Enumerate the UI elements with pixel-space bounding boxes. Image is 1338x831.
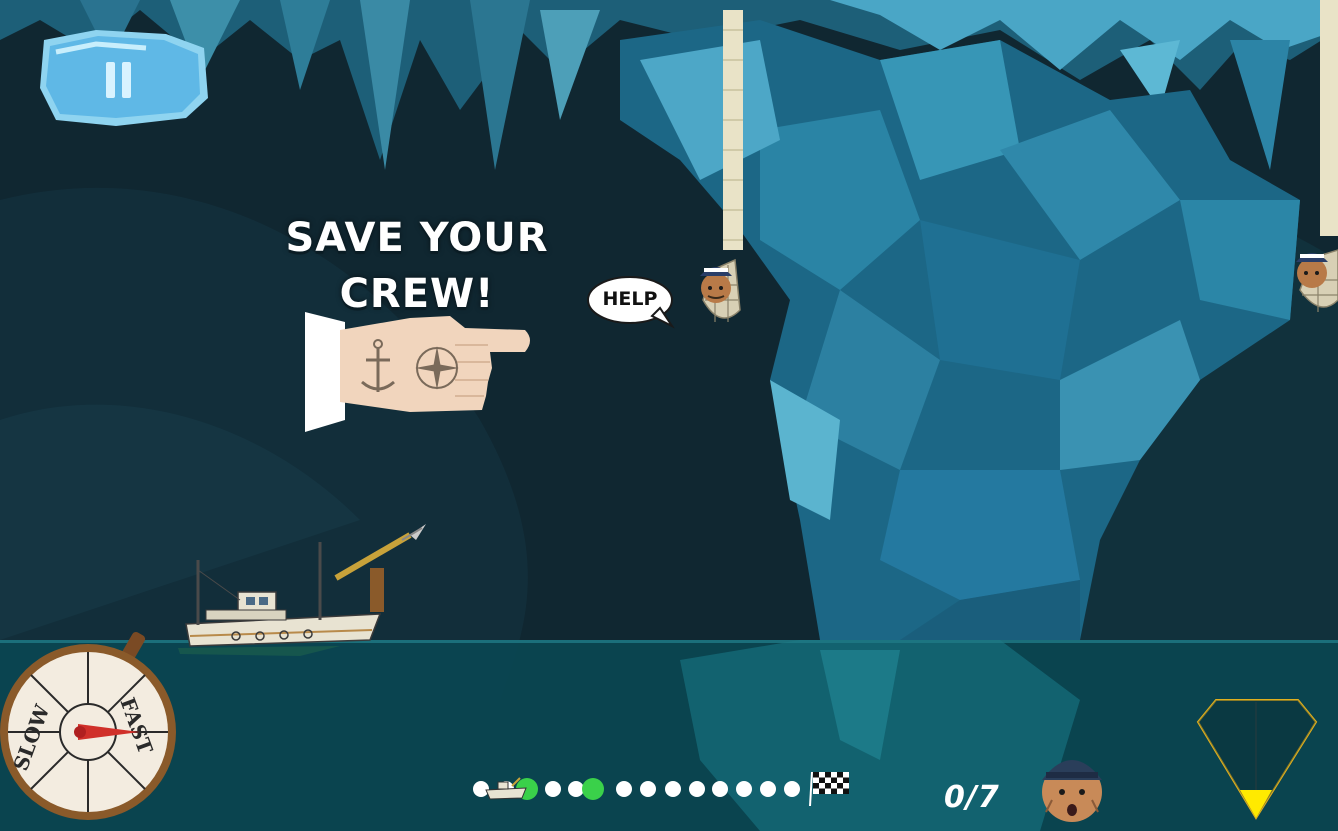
tutorial-line-1: SAVE YOUR (285, 215, 549, 261)
rope (1320, 0, 1338, 236)
pause-button[interactable] (36, 28, 212, 128)
help-bubble-text: HELP (602, 288, 658, 310)
rescue-marker (582, 778, 604, 800)
pause-icon (40, 30, 208, 126)
tutorial-line-2: CREW! (339, 271, 495, 317)
crew-rescued-counter: 0/7 (944, 780, 1000, 815)
rope (723, 10, 743, 250)
tutorial-banner: SAVE YOUR CREW! (262, 210, 572, 322)
